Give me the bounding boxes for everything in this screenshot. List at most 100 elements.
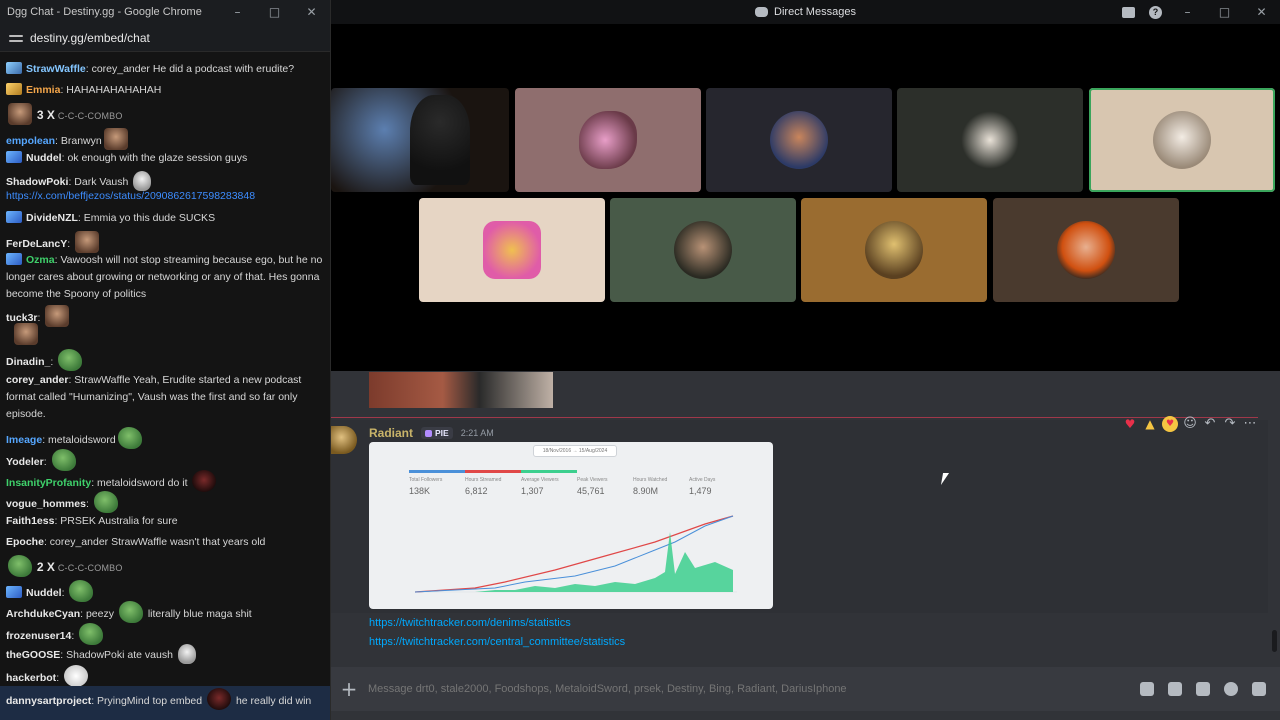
combo-count: 3 X [36, 108, 55, 122]
sub-flair-icon [6, 586, 22, 598]
maximize-icon[interactable]: □ [1206, 5, 1243, 19]
chat-username[interactable]: dannysartproject [6, 695, 91, 707]
discord-window-title: Direct Messages [774, 6, 856, 18]
stat-value: 6,812 [465, 486, 488, 496]
sub-flair-icon [6, 253, 22, 265]
chat-username[interactable]: ArchdukeCyan [6, 608, 80, 620]
chat-line: StrawWaffle: corey_ander He did a podcas… [6, 61, 324, 78]
reply-icon[interactable]: ↶ [1202, 416, 1218, 432]
chat-text: Branwyn [60, 135, 102, 147]
message-link[interactable]: https://twitchtracker.com/central_commit… [369, 636, 625, 648]
chat-username[interactable]: Dinadin_ [6, 356, 50, 368]
chat-line: corey_ander: StrawWaffle Yeah, Erudite s… [6, 374, 302, 420]
avatar [770, 111, 828, 169]
pepe-emote-icon [51, 449, 76, 471]
scrollbar-thumb[interactable] [1272, 630, 1277, 652]
close-icon[interactable]: ✕ [1243, 5, 1280, 19]
chat-line: Ozma: Vawoosh will not stop streaming be… [6, 253, 323, 300]
chat-message-list[interactable]: StrawWaffle: corey_ander He did a podcas… [0, 53, 330, 720]
chat-username[interactable]: Yodeler [6, 456, 44, 468]
message-header: Radiant PIE 2:21 AM [369, 426, 494, 440]
address-bar[interactable]: destiny.gg/embed/chat [0, 24, 330, 52]
avatar [674, 221, 732, 279]
pepe-emote-icon [117, 427, 142, 449]
close-icon[interactable]: ✕ [293, 5, 330, 19]
chat-username[interactable]: Imeage [6, 434, 42, 446]
site-settings-icon[interactable] [9, 32, 23, 44]
thumbs-up-reaction-icon[interactable]: ▲ [1142, 416, 1158, 432]
combo-label: C-C-C-COMBO [57, 111, 123, 121]
minimize-icon[interactable]: – [219, 5, 256, 19]
participant-tile[interactable] [993, 198, 1179, 302]
inbox-icon[interactable] [1122, 6, 1135, 18]
participant-tile[interactable] [515, 88, 701, 192]
chat-line: Emmia: HAHAHAHAHAHAH [6, 82, 324, 99]
chat-username[interactable]: Nuddel [26, 587, 62, 599]
participant-tile[interactable] [706, 88, 892, 192]
chat-username[interactable]: frozenuser14 [6, 630, 71, 642]
participant-tile[interactable] [419, 198, 605, 302]
previous-image-attachment[interactable] [369, 372, 553, 408]
chat-text: PRSEK Australia for sure [60, 515, 178, 527]
chat-text: peezy [85, 608, 114, 620]
stat-value: 8.90M [633, 486, 659, 496]
chat-username[interactable]: InsanityProfanity [6, 477, 91, 489]
chat-username[interactable]: FerDeLancY [6, 238, 67, 250]
date-range: 18/Nov/2016 → 15/Aug/2024 [533, 445, 617, 457]
sticker-icon[interactable] [1196, 682, 1210, 696]
statistics-image-attachment[interactable]: 18/Nov/2016 → 15/Aug/2024 Total Follower… [369, 442, 773, 609]
upload-plus-icon[interactable]: + [336, 677, 362, 701]
forward-icon[interactable]: ↷ [1222, 416, 1238, 432]
pepe-emote-icon [58, 349, 83, 371]
chat-username[interactable]: Ozma [26, 254, 55, 266]
message-link[interactable]: https://twitchtracker.com/denims/statist… [369, 617, 571, 629]
avatar [865, 221, 923, 279]
emote-icon [8, 103, 32, 125]
chat-line: Yodeler: [6, 449, 324, 471]
heart-reaction-icon[interactable]: ♥ [1122, 416, 1138, 432]
participant-tile[interactable] [610, 198, 796, 302]
message-author[interactable]: Radiant [369, 426, 413, 440]
stat-value: 1,479 [689, 486, 712, 496]
avatar [1153, 111, 1211, 169]
message-composer: + [331, 667, 1280, 720]
chat-line: ArchdukeCyan: peezy literally blue maga … [6, 601, 324, 623]
combo-label: C-C-C-COMBO [57, 563, 123, 573]
chat-username[interactable]: Epoche [6, 536, 44, 548]
participant-video-tile[interactable] [331, 88, 509, 192]
gif-icon[interactable] [1168, 682, 1182, 696]
avatar[interactable] [331, 426, 357, 454]
participant-tile[interactable] [897, 88, 1083, 192]
gift-icon[interactable] [1140, 682, 1154, 696]
emoji-icon[interactable] [1224, 682, 1238, 696]
chat-link[interactable]: https://x.com/beffjezos/status/209086261… [6, 190, 255, 202]
chat-username[interactable]: DivideNZL [26, 212, 78, 224]
participant-tile-speaking[interactable] [1089, 88, 1275, 192]
chat-username[interactable]: ShadowPoki [6, 176, 68, 188]
chat-username[interactable]: corey_ander [6, 374, 68, 386]
chat-username[interactable]: Faith1ess [6, 515, 54, 527]
help-icon[interactable]: ? [1149, 5, 1162, 19]
stat-label: Hours Streamed [465, 477, 502, 483]
participant-tile[interactable] [801, 198, 987, 302]
pepe-emote-icon [8, 555, 32, 577]
minimize-icon[interactable]: – [1169, 5, 1206, 19]
maximize-icon[interactable]: □ [256, 5, 293, 19]
heart-eyes-reaction-icon[interactable]: ♥ [1162, 416, 1178, 432]
more-options-icon[interactable]: ⋯ [1242, 416, 1258, 432]
apps-icon[interactable] [1252, 682, 1266, 696]
chat-username[interactable]: StrawWaffle [26, 63, 86, 75]
chat-username[interactable]: Emmia [26, 84, 60, 96]
chat-username[interactable]: hackerbot [6, 672, 56, 684]
chat-username[interactable]: empolean [6, 135, 55, 147]
add-reaction-icon[interactable]: ☺ [1182, 416, 1198, 432]
chat-username[interactable]: Nuddel [26, 152, 62, 164]
stat-color-bar [409, 470, 465, 473]
message-input[interactable] [368, 683, 1140, 695]
stat-label: Average Viewers [521, 477, 559, 483]
stat-value: 138K [409, 486, 431, 496]
combo-line: 3 X C-C-C-COMBO [6, 103, 324, 125]
chat-username[interactable]: theGOOSE [6, 649, 60, 661]
composer-box: + [331, 667, 1280, 711]
chat-username[interactable]: vogue_hommes [6, 498, 86, 510]
